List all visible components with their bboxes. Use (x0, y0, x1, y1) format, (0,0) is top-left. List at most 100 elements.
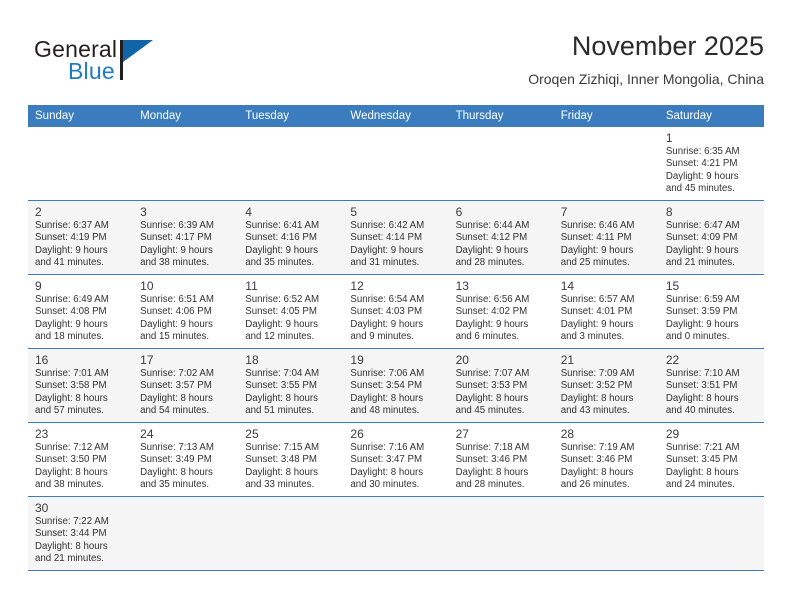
daylight-text-line2: and 35 minutes. (140, 479, 210, 491)
sunrise-text: Sunrise: 7:10 AM (665, 368, 740, 379)
day-info: Sunrise: 6:41 AM Sunset: 4:16 PM Daylight:… (238, 220, 343, 274)
day-number: 18 (245, 353, 259, 367)
day-cell[interactable]: 24 Sunrise: 7:13 AM Sunset: 3:49 PM Dayligh… (133, 423, 239, 496)
day-cell[interactable]: 2 Sunrise: 6:37 AM Sunset: 4:19 PM Daylight… (28, 201, 134, 274)
page-subtitle: Oroqen Zizhiqi, Inner Mongolia, China (528, 71, 764, 87)
sunset-text: Sunset: 3:45 PM (665, 454, 738, 466)
daylight-text-line1: Daylight: 8 hours (140, 392, 213, 404)
weekday-header-saturday: Saturday (665, 110, 712, 122)
day-cell[interactable]: 30 Sunrise: 7:22 AM Sunset: 3:44 PM Dayligh… (28, 497, 134, 570)
daylight-text-line1: Daylight: 9 hours (140, 244, 213, 256)
day-cell[interactable]: 20 Sunrise: 7:07 AM Sunset: 3:53 PM Dayligh… (448, 349, 554, 422)
day-cell[interactable] (343, 127, 449, 200)
day-cell[interactable]: 6 Sunrise: 6:44 AM Sunset: 4:12 PM Daylight… (448, 201, 554, 274)
sunrise-text: Sunrise: 6:54 AM (350, 294, 425, 305)
day-cell[interactable] (553, 497, 659, 570)
day-cell[interactable]: 27 Sunrise: 7:18 AM Sunset: 3:46 PM Dayligh… (448, 423, 554, 496)
day-cell[interactable]: 17 Sunrise: 7:02 AM Sunset: 3:57 PM Dayligh… (133, 349, 239, 422)
day-cell[interactable]: 3 Sunrise: 6:39 AM Sunset: 4:17 PM Daylight… (133, 201, 239, 274)
day-info: Sunrise: 7:12 AM Sunset: 3:50 PM Daylight:… (28, 442, 133, 496)
day-cell[interactable]: 4 Sunrise: 6:41 AM Sunset: 4:16 PM Daylight… (238, 201, 344, 274)
day-number: 27 (455, 427, 469, 441)
day-number: 20 (455, 353, 469, 367)
daylight-text-line1: Daylight: 8 hours (455, 466, 529, 478)
day-number: 29 (665, 427, 680, 441)
page-header: General Blue November 2025 Oroqen Zizhiq… (28, 30, 764, 98)
day-cell[interactable]: 19 Sunrise: 7:06 AM Sunset: 3:54 PM Dayligh… (343, 349, 449, 422)
day-cell[interactable] (658, 497, 764, 570)
brand-logo[interactable]: General Blue (34, 36, 184, 92)
weekday-header-thursday: Thursday (455, 110, 504, 122)
day-cell[interactable]: 23 Sunrise: 7:12 AM Sunset: 3:50 PM Dayligh… (28, 423, 134, 496)
day-info: Sunrise: 7:18 AM Sunset: 3:46 PM Daylight:… (449, 442, 554, 496)
sunrise-text: Sunrise: 7:16 AM (350, 442, 425, 453)
day-cell[interactable] (133, 127, 239, 200)
day-cell[interactable]: 12 Sunrise: 6:54 AM Sunset: 4:03 PM Dayligh… (343, 275, 449, 348)
day-cell[interactable]: 8 Sunrise: 6:47 AM Sunset: 4:09 PM Daylight… (658, 201, 764, 274)
sunrise-text: Sunrise: 6:44 AM (455, 220, 530, 231)
sunset-text: Sunset: 3:47 PM (350, 454, 423, 466)
day-cell[interactable]: 9 Sunrise: 6:49 AM Sunset: 4:08 PM Daylight… (28, 275, 134, 348)
sunrise-text: Sunrise: 7:21 AM (665, 442, 740, 453)
day-cell[interactable] (343, 497, 449, 570)
daylight-text-line2: and 45 minutes. (455, 405, 525, 417)
day-cell[interactable] (448, 127, 554, 200)
day-info: Sunrise: 7:01 AM Sunset: 3:58 PM Daylight:… (28, 368, 133, 422)
day-cell[interactable]: 5 Sunrise: 6:42 AM Sunset: 4:14 PM Daylight… (343, 201, 449, 274)
daylight-text-line2: and 3 minutes. (560, 331, 625, 343)
day-cell[interactable]: 25 Sunrise: 7:15 AM Sunset: 3:48 PM Dayligh… (238, 423, 344, 496)
daylight-text-line1: Daylight: 8 hours (455, 392, 529, 404)
day-cell[interactable]: 21 Sunrise: 7:09 AM Sunset: 3:52 PM Dayligh… (553, 349, 659, 422)
day-cell[interactable] (133, 497, 239, 570)
day-cell[interactable]: 1 Sunrise: 6:35 AM Sunset: 4:21 PM Daylight… (658, 127, 764, 200)
day-cell[interactable]: 15 Sunrise: 6:59 AM Sunset: 3:59 PM Dayligh… (658, 275, 764, 348)
day-cell[interactable]: 10 Sunrise: 6:51 AM Sunset: 4:06 PM Dayligh… (133, 275, 239, 348)
day-cell[interactable]: 26 Sunrise: 7:16 AM Sunset: 3:47 PM Dayligh… (343, 423, 449, 496)
daylight-text-line1: Daylight: 8 hours (245, 466, 318, 478)
sunset-text: Sunset: 4:06 PM (140, 306, 212, 318)
page-title: November 2025 (571, 31, 764, 61)
day-cell[interactable]: 18 Sunrise: 7:04 AM Sunset: 3:55 PM Dayligh… (238, 349, 344, 422)
day-cell[interactable] (28, 127, 134, 200)
sunrise-text: Sunrise: 6:46 AM (560, 220, 635, 231)
day-cell[interactable] (238, 127, 344, 200)
sunset-text: Sunset: 4:14 PM (350, 232, 423, 244)
weekday-header-wednesday: Wednesday (350, 110, 411, 122)
day-info: Sunrise: 6:47 AM Sunset: 4:09 PM Daylight:… (659, 220, 764, 274)
daylight-text-line2: and 40 minutes. (665, 405, 735, 417)
day-cell[interactable] (238, 497, 344, 570)
sunrise-text: Sunrise: 6:39 AM (140, 220, 214, 231)
sunrise-text: Sunrise: 6:41 AM (245, 220, 320, 231)
sunset-text: Sunset: 3:52 PM (560, 380, 633, 392)
day-info: Sunrise: 7:21 AM Sunset: 3:45 PM Daylight:… (659, 442, 764, 496)
sunrise-text: Sunrise: 7:13 AM (140, 442, 214, 453)
daylight-text-line1: Daylight: 9 hours (665, 318, 739, 330)
daylight-text-line2: and 41 minutes. (35, 257, 104, 269)
sunset-text: Sunset: 3:57 PM (140, 380, 212, 392)
daylight-text-line1: Daylight: 9 hours (35, 318, 108, 330)
sunrise-text: Sunrise: 7:15 AM (245, 442, 320, 453)
sunrise-text: Sunrise: 7:01 AM (35, 368, 109, 379)
daylight-text-line1: Daylight: 9 hours (665, 244, 739, 256)
day-cell[interactable]: 13 Sunrise: 6:56 AM Sunset: 4:02 PM Dayligh… (448, 275, 554, 348)
day-cell[interactable] (448, 497, 554, 570)
day-cell[interactable]: 16 Sunrise: 7:01 AM Sunset: 3:58 PM Dayligh… (28, 349, 134, 422)
day-cell[interactable]: 22 Sunrise: 7:10 AM Sunset: 3:51 PM Dayligh… (658, 349, 764, 422)
day-cell[interactable]: 14 Sunrise: 6:57 AM Sunset: 4:01 PM Dayligh… (553, 275, 659, 348)
sunrise-text: Sunrise: 7:12 AM (35, 442, 109, 453)
sunrise-text: Sunrise: 7:22 AM (35, 516, 109, 527)
calendar-week-row: 16 Sunrise: 7:01 AM Sunset: 3:58 PM Dayligh… (28, 349, 764, 423)
day-cell[interactable]: 29 Sunrise: 7:21 AM Sunset: 3:45 PM Dayligh… (658, 423, 764, 496)
sunset-text: Sunset: 4:09 PM (665, 232, 738, 244)
day-number: 15 (665, 279, 680, 293)
sunrise-text: Sunrise: 6:35 AM (665, 146, 740, 157)
daylight-text-line2: and 31 minutes. (350, 257, 420, 269)
day-info: Sunrise: 7:06 AM Sunset: 3:54 PM Daylight:… (343, 368, 448, 422)
calendar-grid: Sunday Monday Tuesday Wednesday Thursday… (28, 105, 764, 571)
day-info: Sunrise: 6:59 AM Sunset: 3:59 PM Daylight:… (659, 294, 764, 348)
day-cell[interactable]: 28 Sunrise: 7:19 AM Sunset: 3:46 PM Dayligh… (553, 423, 659, 496)
day-number: 19 (350, 353, 364, 367)
day-cell[interactable]: 7 Sunrise: 6:46 AM Sunset: 4:11 PM Daylight… (553, 201, 659, 274)
day-cell[interactable]: 11 Sunrise: 6:52 AM Sunset: 4:05 PM Dayligh… (238, 275, 344, 348)
day-cell[interactable] (553, 127, 659, 200)
